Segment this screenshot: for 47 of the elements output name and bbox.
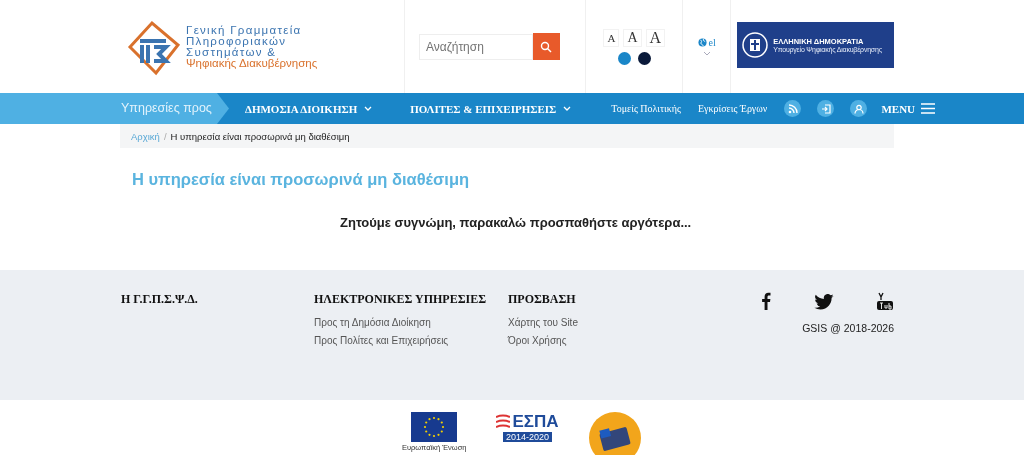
error-message: Ζητούμε συγνώμη, παρακαλώ προσπαθήστε αργότερα... (340, 215, 693, 230)
breadcrumb-separator: / (163, 130, 167, 142)
login-icon[interactable] (817, 100, 835, 117)
font-size-button[interactable]: A (603, 28, 620, 47)
stripes-icon (496, 414, 511, 430)
globe-icon (697, 38, 707, 47)
logo-text: Γενική Γραμματεία (186, 24, 303, 36)
footer-heading: ΠΡΟΣΒΑΣΗ (508, 292, 577, 307)
nav-link[interactable]: Τομείς Πολιτικής (611, 103, 681, 114)
footer-heading: ΗΛΕΚΤΡΟΝΙΚΕΣ ΥΠΗΡΕΣΙΕΣ (314, 292, 488, 307)
espa-years: 2014-2020 (503, 432, 553, 442)
footer-heading: Η Γ.Γ.Π.Σ.Ψ.Δ. (121, 292, 199, 307)
font-size-button[interactable]: A (623, 28, 642, 47)
language-selector[interactable]: el (708, 37, 716, 48)
twitter-icon[interactable] (814, 294, 834, 310)
eu-flag-icon (411, 412, 458, 442)
nav-lead: Υπηρεσίες προς (0, 93, 229, 124)
nav-dropdown[interactable]: ΠΟΛΙΤΕΣ & ΕΠΙΧΕΙΡΗΣΕΙΣ (410, 102, 572, 115)
menu-icon (921, 103, 935, 114)
search-icon (540, 40, 553, 53)
user-icon[interactable] (850, 100, 868, 117)
chevron-icon (702, 51, 711, 56)
rss-icon[interactable] (784, 100, 802, 117)
logo-text: Πληροφοριακών (186, 35, 287, 47)
logo-text: Συστημάτων & (186, 46, 277, 58)
footer-link[interactable]: Προς Πολίτες και Επιχειρήσεις (314, 335, 508, 346)
theme-swatch[interactable] (617, 51, 631, 65)
footer-link[interactable]: Προς τη Δημόσια Διοίκηση (314, 317, 508, 328)
chevron-icon (563, 106, 572, 111)
chevron-icon (364, 106, 373, 111)
footer-link[interactable]: Όροι Χρήσης (508, 335, 761, 346)
menu-button[interactable]: MENU (881, 102, 935, 115)
nav-dropdown[interactable]: ΔΗΜΟΣΙΑ ΔΙΟΙΚΗΣΗ (245, 102, 373, 115)
espa-title: ΕΣΠΑ (512, 412, 559, 432)
logo-text: Ψηφιακής Διακυβέρνησης (186, 57, 318, 69)
font-size-button[interactable]: A (645, 28, 666, 47)
footer-link[interactable]: Χάρτης του Site (508, 317, 761, 328)
facebook-icon[interactable] (761, 292, 771, 310)
search-field[interactable]: Αναζήτηση (418, 33, 533, 60)
search-button[interactable] (532, 33, 560, 60)
theme-swatch[interactable] (637, 51, 651, 65)
emblem-icon (741, 31, 770, 59)
nav-link[interactable]: Εγκρίσεις Έργων (697, 103, 768, 114)
copyright-text: GSIS @ 2018-2026 (802, 322, 894, 334)
youtube-icon[interactable] (877, 292, 893, 310)
breadcrumb-current: Η υπηρεσία είναι προσωρινά μη διαθέσιμη (170, 130, 350, 142)
page-title: Η υπηρεσία είναι προσωρινά μη διαθέσιμη (132, 170, 471, 189)
